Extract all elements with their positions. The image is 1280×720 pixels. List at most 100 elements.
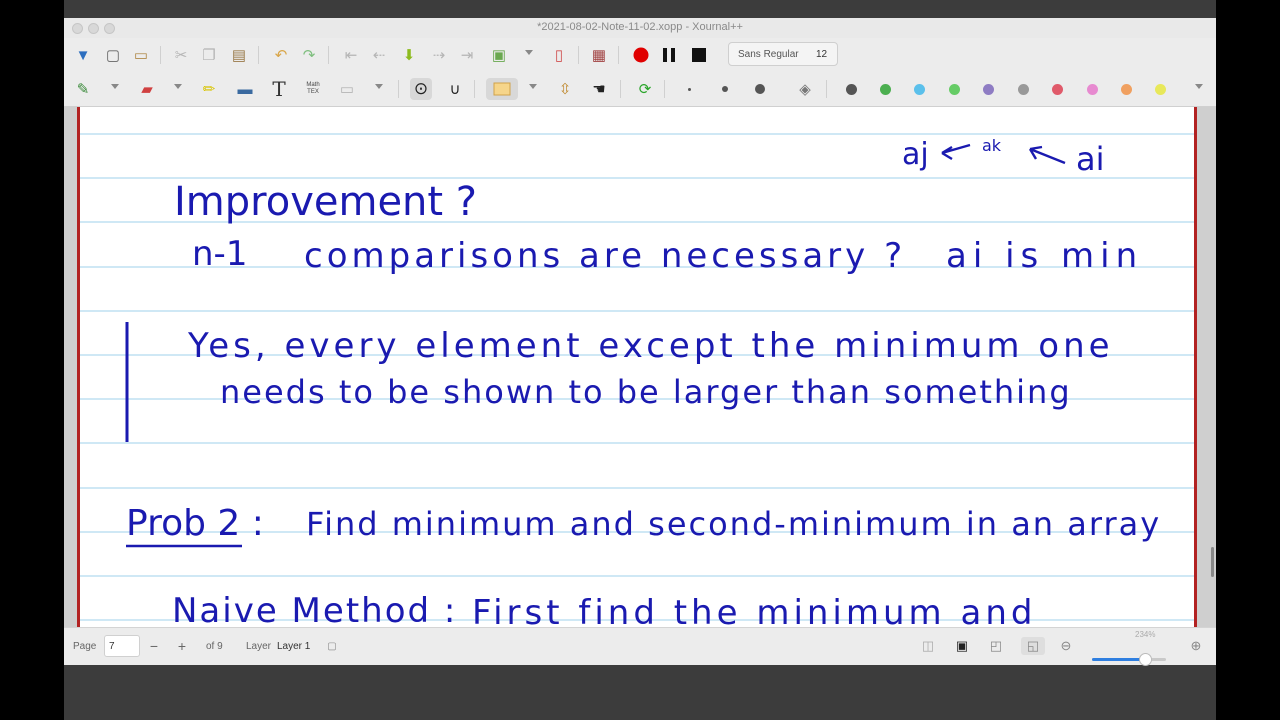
- separator: [328, 46, 329, 64]
- record-icon[interactable]: [630, 44, 652, 66]
- last-page-icon[interactable]: ⇥: [456, 44, 478, 66]
- refresh-icon[interactable]: ⟳: [634, 78, 656, 100]
- go-to-page-icon[interactable]: ⬇: [398, 44, 420, 66]
- note-page[interactable]: aj ak ai Improvement ? n-1 comparisons a…: [77, 107, 1197, 627]
- separator: [578, 46, 579, 64]
- page-increment-button[interactable]: +: [171, 635, 193, 657]
- color-gray[interactable]: [1018, 84, 1029, 95]
- separator: [160, 46, 161, 64]
- pen-icon[interactable]: ✎: [72, 78, 94, 100]
- color-green[interactable]: [880, 84, 891, 95]
- color-orange[interactable]: [1121, 84, 1132, 95]
- separator: [664, 80, 665, 98]
- arrow-icon: [941, 143, 971, 161]
- separator: [826, 80, 827, 98]
- ruler-snap-icon[interactable]: ⊙: [410, 78, 432, 100]
- color-pink[interactable]: [1087, 84, 1098, 95]
- annotation-aj: aj: [902, 137, 929, 172]
- color-light-blue[interactable]: [914, 84, 925, 95]
- next-page-icon[interactable]: ⇢: [428, 44, 450, 66]
- screen: *2021-08-02-Note-11-02.xopp - Xournal++ …: [64, 0, 1216, 720]
- highlighter-icon[interactable]: ✏: [198, 78, 220, 100]
- new-document-icon[interactable]: ▢: [102, 44, 124, 66]
- layer-toggle-icon[interactable]: ▢: [323, 637, 341, 655]
- zoom-slider-fill: [1092, 658, 1146, 661]
- font-name: Sans Regular: [738, 49, 799, 60]
- fill-icon[interactable]: ◈: [794, 78, 816, 100]
- vertical-scrollbar[interactable]: [1211, 547, 1214, 577]
- note-naive-label: Naive Method :: [172, 591, 457, 627]
- insert-page-icon[interactable]: ▣: [488, 44, 510, 66]
- vertical-space-icon[interactable]: ⇳: [554, 78, 576, 100]
- image-icon[interactable]: ▬: [234, 78, 256, 100]
- note-line-first: First find the minimum and: [472, 593, 1036, 627]
- zoom-100-icon[interactable]: ◱: [1021, 637, 1045, 655]
- chevron-down-icon[interactable]: [375, 84, 383, 89]
- separator: [620, 80, 621, 98]
- chevron-down-icon[interactable]: [529, 84, 537, 89]
- color-dark-gray[interactable]: [846, 84, 857, 95]
- page-number-input[interactable]: 7: [104, 635, 140, 657]
- separator: [398, 80, 399, 98]
- zoom-slider-handle[interactable]: [1139, 653, 1153, 666]
- paired-pages-icon[interactable]: ◫: [919, 637, 937, 655]
- previous-page-icon[interactable]: ⇠: [368, 44, 390, 66]
- eraser-icon[interactable]: ▰: [136, 78, 158, 100]
- copy-icon[interactable]: ❐: [198, 44, 220, 66]
- math-tex-icon[interactable]: Math TEX: [302, 78, 324, 100]
- page-label: Page: [73, 641, 97, 652]
- fine-width-icon[interactable]: [688, 88, 691, 91]
- note-line-comparisons: comparisons are necessary ?: [304, 236, 906, 276]
- title-bar: *2021-08-02-Note-11-02.xopp - Xournal++: [64, 18, 1216, 38]
- note-line-yes: Yes, every element except the minimum on…: [187, 326, 1114, 366]
- note-line-find: Find minimum and second-minimum in an ar…: [306, 505, 1161, 543]
- medium-width-icon[interactable]: [722, 86, 728, 92]
- chevron-down-icon[interactable]: [111, 84, 119, 89]
- color-red[interactable]: [1052, 84, 1063, 95]
- color-light-green[interactable]: [949, 84, 960, 95]
- open-document-icon[interactable]: ▭: [130, 44, 152, 66]
- layer-selector[interactable]: Layer 1: [277, 641, 310, 652]
- zoom-out-icon[interactable]: ⊖: [1057, 637, 1075, 655]
- zoom-in-icon[interactable]: ⊕: [1187, 637, 1205, 655]
- layer-label: Layer: [246, 641, 272, 652]
- magnet-snap-icon[interactable]: ∪: [444, 78, 466, 100]
- text-tool-icon[interactable]: T: [268, 77, 290, 101]
- annotation-ak: ak: [982, 136, 1002, 155]
- presentation-mode-icon[interactable]: ▣: [953, 637, 971, 655]
- color-purple[interactable]: [983, 84, 994, 95]
- font-size: 12: [816, 49, 828, 60]
- note-prob-label: Prob 2 :: [126, 503, 264, 544]
- chevron-down-icon[interactable]: [1195, 84, 1203, 89]
- annotation-ai: ai: [1076, 140, 1105, 178]
- color-yellow[interactable]: [1155, 84, 1166, 95]
- undo-icon[interactable]: ↶: [270, 44, 292, 66]
- first-page-icon[interactable]: ⇤: [340, 44, 362, 66]
- note-line-ai-min: ai is min: [946, 236, 1143, 276]
- arrow-icon: [1028, 145, 1066, 165]
- cut-icon[interactable]: ✂: [170, 44, 192, 66]
- note-line-needs: needs to be shown to be larger than some…: [220, 373, 1072, 411]
- stop-icon[interactable]: [688, 44, 710, 66]
- page-decrement-button[interactable]: −: [143, 635, 165, 657]
- delete-page-icon[interactable]: ▯: [548, 44, 570, 66]
- shape-recognizer-icon[interactable]: ▭: [336, 78, 358, 100]
- separator: [258, 46, 259, 64]
- hand-tool-icon[interactable]: ☚: [588, 78, 610, 100]
- paste-icon[interactable]: ▤: [228, 44, 250, 66]
- redo-icon[interactable]: ↷: [298, 44, 320, 66]
- zoom-slider[interactable]: [1092, 658, 1166, 661]
- separator: [618, 46, 619, 64]
- canvas-area[interactable]: aj ak ai Improvement ? n-1 comparisons a…: [64, 107, 1216, 627]
- tools-toolbar: ✎ ▰ ✏ ▬ T Math TEX ▭ ⊙ ∪ ⇳ ☚ ⟳ ◈: [64, 72, 1216, 107]
- thick-width-icon[interactable]: [755, 84, 765, 94]
- pause-icon[interactable]: [658, 44, 680, 66]
- chevron-down-icon[interactable]: [525, 50, 533, 55]
- select-rectangle-icon[interactable]: [486, 78, 518, 100]
- save-icon[interactable]: ▼: [72, 44, 94, 66]
- fullscreen-icon[interactable]: ▦: [588, 44, 610, 66]
- window-title: *2021-08-02-Note-11-02.xopp - Xournal++: [537, 21, 743, 33]
- zoom-fit-icon[interactable]: ◰: [987, 637, 1005, 655]
- chevron-down-icon[interactable]: [174, 84, 182, 89]
- font-selector[interactable]: Sans Regular 12: [728, 42, 838, 66]
